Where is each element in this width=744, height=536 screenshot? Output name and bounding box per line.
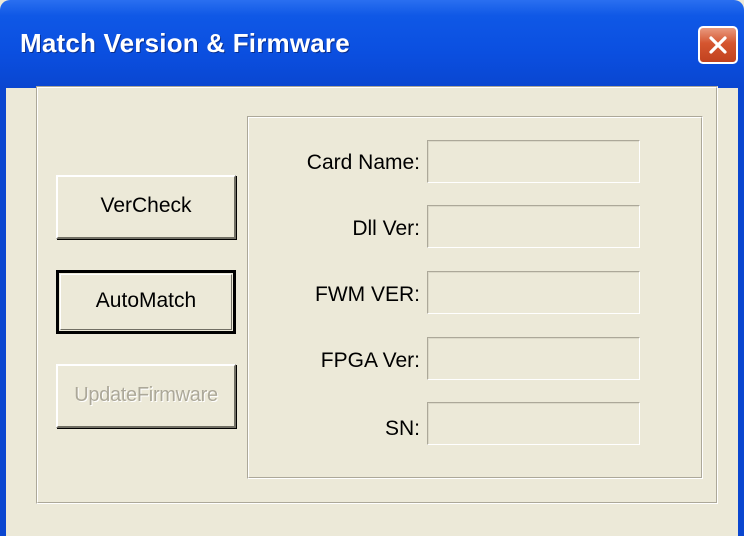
sn-label: SN: — [384, 417, 420, 440]
window-title: Match Version & Firmware — [20, 28, 350, 58]
sn-field[interactable] — [427, 402, 640, 445]
dll-ver-field[interactable] — [427, 205, 640, 248]
fwm-ver-label: FWM VER: — [315, 283, 420, 306]
card-name-label: Card Name: — [306, 151, 420, 174]
title-bar[interactable]: Match Version & Firmware — [0, 0, 744, 88]
window-border-left — [0, 88, 6, 536]
fpga-ver-label: FPGA Ver: — [320, 349, 420, 372]
close-x-icon — [709, 36, 727, 54]
vercheck-button[interactable]: VerCheck — [56, 175, 236, 239]
update-firmware-button: UpdateFirmware — [56, 364, 236, 428]
card-name-field[interactable] — [427, 140, 640, 183]
fpga-ver-field[interactable] — [427, 337, 640, 380]
dll-ver-label: Dll Ver: — [352, 217, 420, 240]
dialog-window: Match Version & Firmware VerCheck AutoMa… — [0, 0, 744, 536]
close-button[interactable] — [698, 26, 738, 64]
fwm-ver-field[interactable] — [427, 271, 640, 314]
automatch-button[interactable]: AutoMatch — [56, 270, 236, 334]
window-border-right — [738, 88, 744, 536]
